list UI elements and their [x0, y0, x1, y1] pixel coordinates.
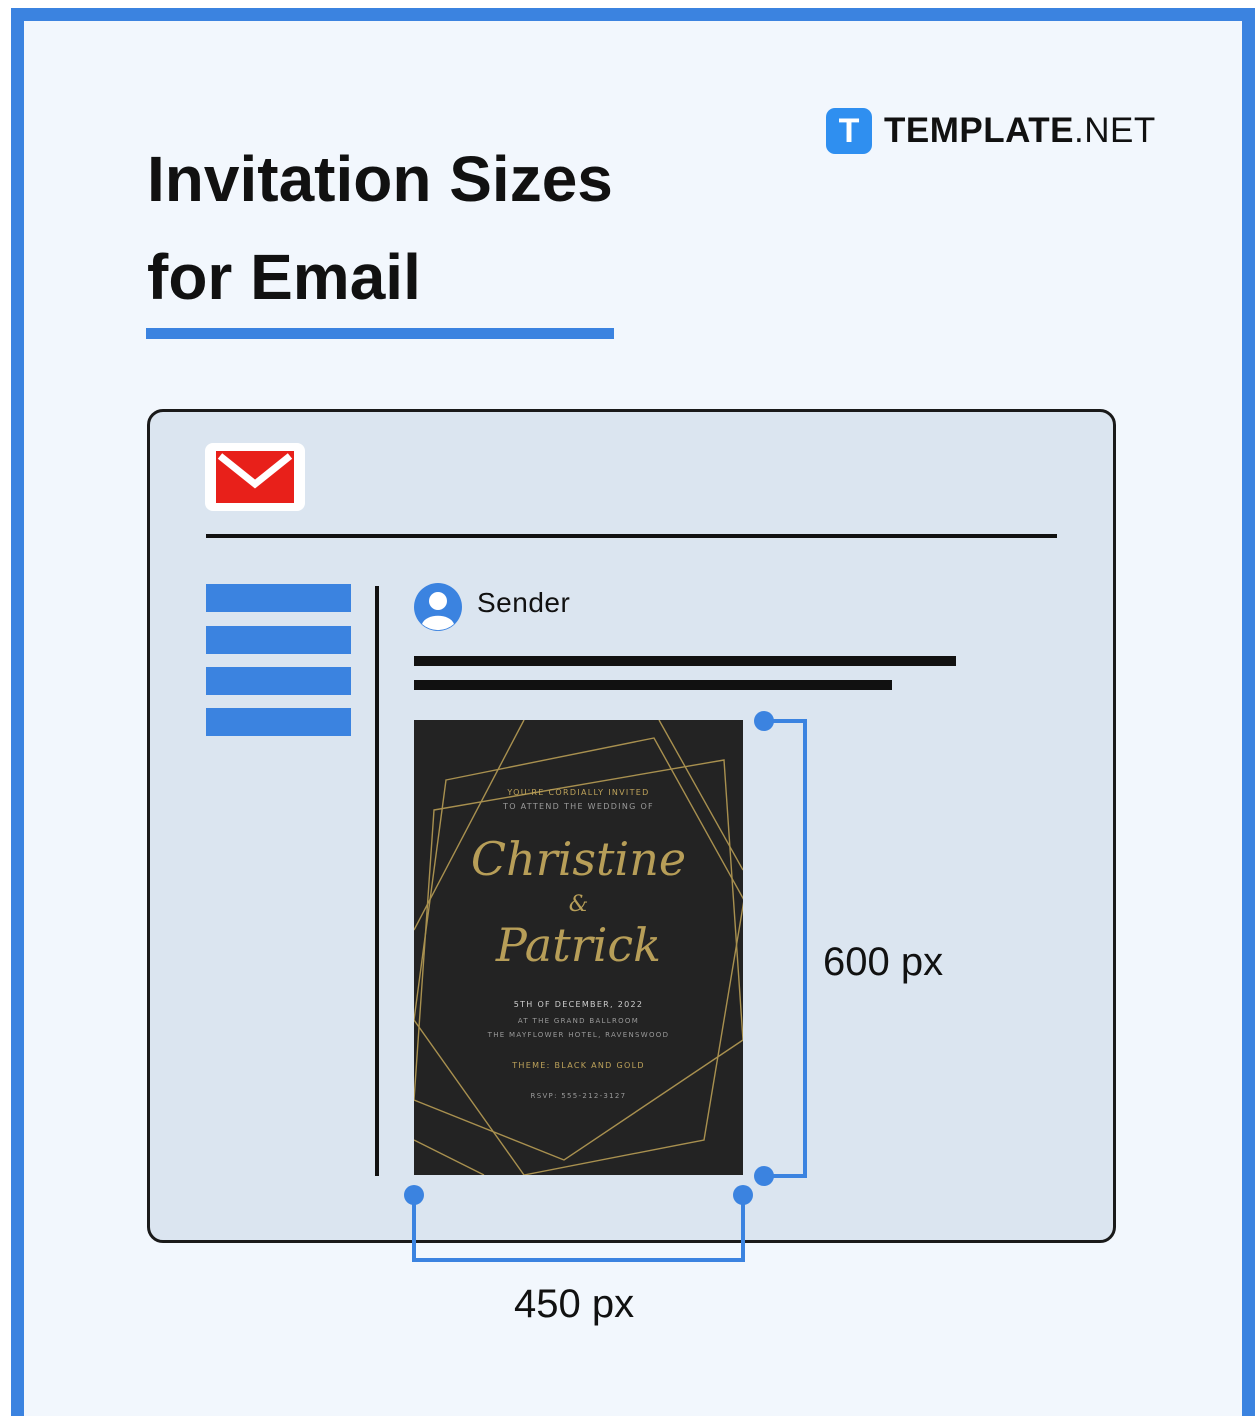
width-label: 450 px: [514, 1282, 635, 1326]
height-bracket: [764, 719, 807, 1178]
height-bracket-dot: [754, 1166, 774, 1186]
width-bracket: [412, 1195, 745, 1262]
dimension-brackets: [404, 711, 807, 1262]
height-bracket-dot: [754, 711, 774, 731]
width-bracket-dot: [733, 1185, 753, 1205]
height-label: 600 px: [823, 940, 944, 984]
width-bracket-dot: [404, 1185, 424, 1205]
